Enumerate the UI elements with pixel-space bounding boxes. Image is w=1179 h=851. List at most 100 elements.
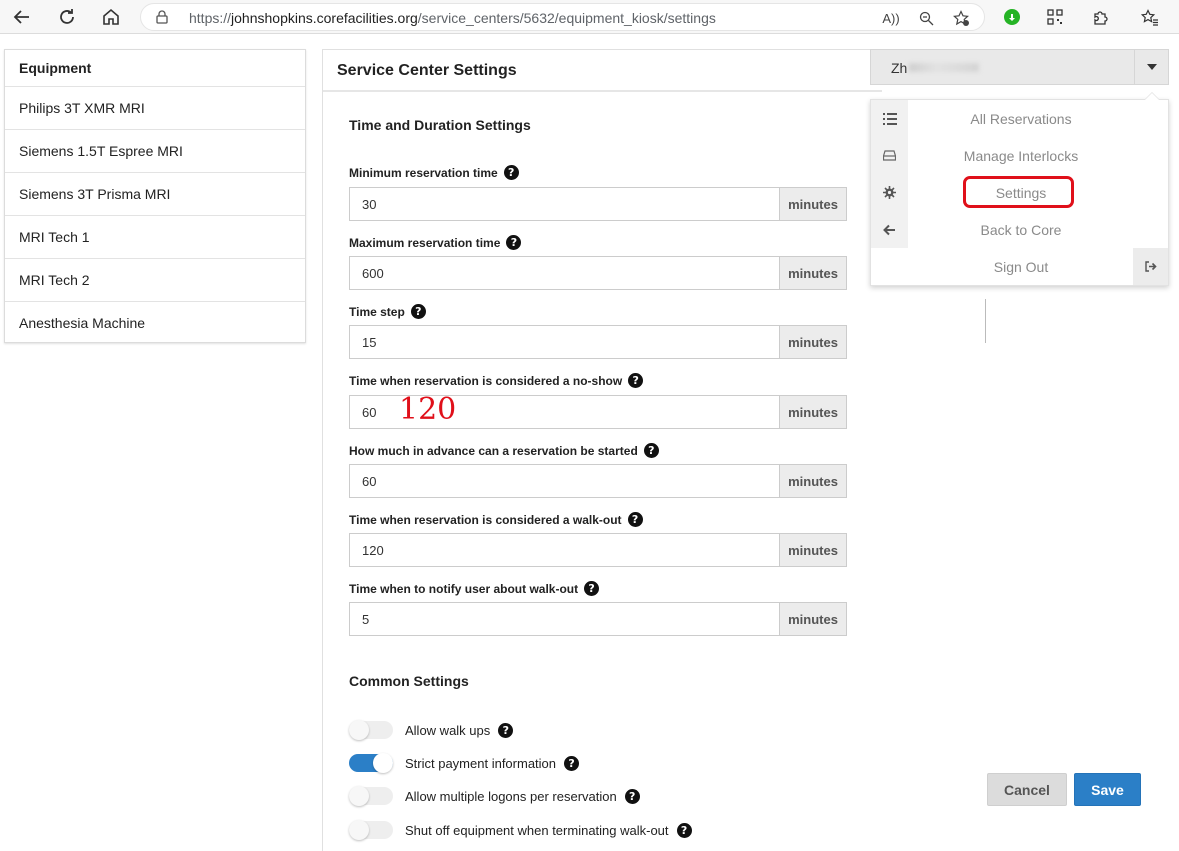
lock-icon[interactable]: [156, 10, 168, 29]
unit-addon: minutes: [779, 325, 847, 359]
extensions-puzzle-icon[interactable]: [1088, 5, 1112, 29]
settings-title: Service Center Settings: [323, 50, 882, 92]
field-label: Time step ?: [349, 304, 426, 319]
menu-item-all-reservations[interactable]: All Reservations: [908, 100, 1134, 137]
favorite-star-icon[interactable]: [951, 9, 971, 27]
help-icon[interactable]: ?: [584, 581, 600, 596]
help-icon[interactable]: ?: [643, 443, 659, 458]
allow-walk-ups-toggle[interactable]: [349, 720, 393, 740]
toggle-row: Shut off equipment when terminating walk…: [349, 820, 692, 840]
field-row: minutes: [349, 325, 847, 359]
field-row: minutes: [349, 256, 847, 290]
zoom-icon[interactable]: [916, 9, 936, 27]
arrow-left-icon[interactable]: [871, 211, 908, 248]
unit-addon: minutes: [779, 602, 847, 636]
common-section-title: Common Settings: [349, 673, 469, 689]
help-icon[interactable]: ?: [410, 304, 426, 319]
field-row: minutes: [349, 395, 847, 429]
strict-payment-toggle[interactable]: [349, 753, 393, 773]
equipment-item[interactable]: Siemens 3T Prisma MRI: [5, 173, 305, 216]
equipment-item[interactable]: Anesthesia Machine: [5, 302, 305, 345]
qr-code-icon[interactable]: [1043, 5, 1067, 29]
help-icon[interactable]: ?: [564, 755, 580, 771]
toggle-knob: [349, 720, 369, 740]
shut-off-equipment-toggle[interactable]: [349, 820, 393, 840]
url-text[interactable]: https://johnshopkins.corefacilities.org/…: [189, 10, 716, 26]
toggle-knob: [349, 820, 369, 840]
time-step-input[interactable]: [349, 325, 779, 359]
home-icon[interactable]: [98, 4, 124, 30]
walk-out-input[interactable]: [349, 533, 779, 567]
cancel-button[interactable]: Cancel: [987, 773, 1067, 806]
field-label-text: Time step: [349, 304, 405, 319]
help-icon[interactable]: ?: [676, 822, 692, 838]
equipment-item[interactable]: Siemens 1.5T Espree MRI: [5, 130, 305, 173]
notify-walk-out-input[interactable]: [349, 602, 779, 636]
refresh-icon[interactable]: [54, 4, 80, 30]
equipment-item[interactable]: Philips 3T XMR MRI: [5, 87, 305, 130]
gear-icon[interactable]: [871, 174, 908, 211]
equipment-item[interactable]: MRI Tech 2: [5, 259, 305, 302]
field-row: minutes: [349, 602, 847, 636]
field-label: Time when to notify user about walk-out …: [349, 581, 600, 596]
menu-item-sign-out[interactable]: Sign Out: [908, 248, 1134, 285]
field-label-text: Time when reservation is considered a wa…: [349, 512, 622, 527]
list-icon[interactable]: [871, 100, 908, 137]
toggle-label: Strict payment information: [405, 755, 557, 771]
toggle-knob: [349, 786, 369, 806]
unit-addon: minutes: [779, 533, 847, 567]
user-select[interactable]: Zh: [870, 49, 1169, 85]
equipment-item[interactable]: MRI Tech 1: [5, 216, 305, 259]
field-row: minutes: [349, 533, 847, 567]
toggle-row: Allow multiple logons per reservation ?: [349, 786, 640, 806]
hdd-icon[interactable]: [871, 137, 908, 174]
field-label-text: Time when reservation is considered a no…: [349, 373, 623, 388]
help-icon[interactable]: ?: [498, 722, 514, 738]
equipment-panel: Equipment Philips 3T XMR MRI Siemens 1.5…: [4, 49, 306, 343]
help-icon[interactable]: ?: [628, 373, 644, 388]
equipment-title: Equipment: [5, 50, 305, 87]
toggle-label: Shut off equipment when terminating walk…: [405, 822, 669, 838]
help-icon[interactable]: ?: [627, 512, 643, 527]
time-section-title: Time and Duration Settings: [349, 117, 531, 133]
help-icon[interactable]: ?: [624, 788, 640, 804]
menu-item-back-to-core[interactable]: Back to Core: [908, 211, 1134, 248]
url-prefix: https://: [189, 10, 232, 26]
toggle-label: Allow walk ups: [405, 722, 491, 738]
help-icon[interactable]: ?: [506, 235, 522, 250]
field-label: Time when reservation is considered a wa…: [349, 512, 643, 527]
field-label-text: How much in advance can a reservation be…: [349, 443, 638, 458]
read-aloud-icon[interactable]: A)): [881, 9, 901, 27]
advance-start-input[interactable]: [349, 464, 779, 498]
field-row: minutes: [349, 464, 847, 498]
divider-line: [985, 299, 986, 343]
blurred-user-name: [909, 63, 979, 72]
min-reservation-input[interactable]: [349, 187, 779, 221]
caret-down-icon[interactable]: [1134, 50, 1168, 84]
field-row: minutes: [349, 187, 847, 221]
url-path: /service_centers/5632/equipment_kiosk/se…: [417, 10, 716, 26]
field-label: How much in advance can a reservation be…: [349, 443, 659, 458]
address-bar[interactable]: https://johnshopkins.corefacilities.org/…: [140, 3, 985, 31]
url-domain: johnshopkins.corefacilities.org: [231, 10, 418, 26]
unit-addon: minutes: [779, 256, 847, 290]
menu-item-manage-interlocks[interactable]: Manage Interlocks: [908, 137, 1134, 174]
user-name: Zh: [891, 60, 908, 76]
field-label: Maximum reservation time ?: [349, 235, 522, 250]
settings-highlight-annotation: [963, 176, 1074, 208]
toggle-label: Allow multiple logons per reservation: [405, 788, 617, 804]
extension-green-icon[interactable]: [1000, 5, 1024, 29]
field-label: Time when reservation is considered a no…: [349, 373, 644, 388]
max-reservation-input[interactable]: [349, 256, 779, 290]
field-label: Minimum reservation time ?: [349, 165, 519, 180]
settings-panel: Service Center Settings Time and Duratio…: [322, 49, 882, 851]
favorites-list-icon[interactable]: [1138, 5, 1162, 29]
sign-out-icon[interactable]: [1133, 248, 1168, 285]
toggle-row: Strict payment information ?: [349, 753, 580, 773]
multiple-logons-toggle[interactable]: [349, 786, 393, 806]
save-button[interactable]: Save: [1074, 773, 1141, 806]
help-icon[interactable]: ?: [503, 165, 519, 180]
toggle-knob: [373, 753, 393, 773]
back-arrow-icon[interactable]: [9, 4, 35, 30]
no-show-input[interactable]: [349, 395, 779, 429]
